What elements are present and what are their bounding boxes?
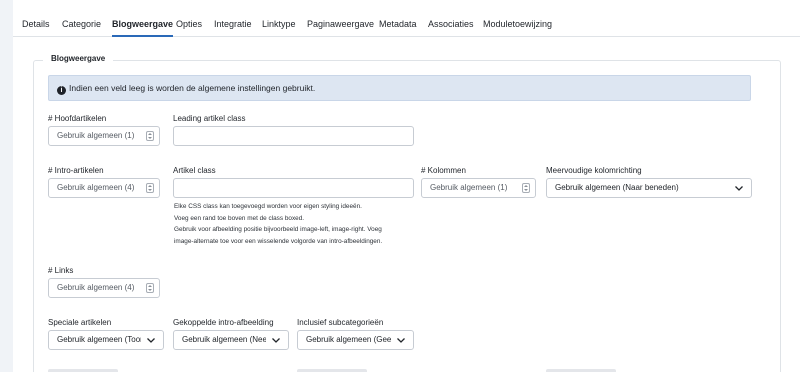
tab-opties[interactable]: Opties [176, 12, 202, 37]
hoofdartikelen-label: # Hoofdartikelen [48, 114, 107, 123]
chevron-down-icon [147, 338, 155, 343]
help-line: image-alternate toe voor een wisselende … [174, 237, 383, 245]
intro-artikelen-placeholder: Gebruik algemeen (4) [57, 183, 135, 192]
chevron-down-icon [397, 338, 405, 343]
artikel-class-help: Elke CSS class kan toegevoegd worden voo… [174, 201, 414, 247]
kolommen-placeholder: Gebruik algemeen (1) [430, 183, 508, 192]
kolomrichting-select[interactable]: Gebruik algemeen (Naar beneden) [546, 178, 752, 198]
subcategorieen-select[interactable]: Gebruik algemeen (Geen) [297, 330, 414, 350]
info-alert: i Indien een veld leeg is worden de algem… [48, 75, 751, 101]
alert-text: Indien een veld leeg is worden de algeme… [69, 83, 316, 93]
spinner-icon[interactable] [146, 131, 154, 141]
tab-bar: Details Categorie Blogweergave Opties In… [13, 12, 800, 37]
leading-class-input[interactable] [173, 126, 414, 146]
editor-panel: Details Categorie Blogweergave Opties In… [13, 0, 800, 372]
chevron-down-icon [735, 186, 743, 191]
speciale-artikelen-select[interactable]: Gebruik algemeen (Toon) [48, 330, 164, 350]
gekoppelde-value: Gebruik algemeen (Nee) [182, 335, 266, 344]
tab-linktype[interactable]: Linktype [262, 12, 296, 37]
hoofdartikelen-placeholder: Gebruik algemeen (1) [57, 131, 135, 140]
tab-paginaweergave[interactable]: Paginaweergave [307, 12, 374, 37]
gekoppelde-select[interactable]: Gebruik algemeen (Nee) [173, 330, 289, 350]
kolomrichting-value: Gebruik algemeen (Naar beneden) [555, 183, 679, 192]
artikel-class-input[interactable] [173, 178, 414, 198]
speciale-artikelen-label: Speciale artikelen [48, 318, 112, 327]
spinner-icon[interactable] [146, 183, 154, 193]
intro-artikelen-label: # Intro-artikelen [48, 166, 104, 175]
gekoppelde-label: Gekoppelde intro-afbeelding [173, 318, 274, 327]
kolommen-label: # Kolommen [421, 166, 466, 175]
hoofdartikelen-input[interactable]: Gebruik algemeen (1) [48, 126, 160, 146]
help-line: Elke CSS class kan toegevoegd worden voo… [174, 203, 362, 210]
cutoff-label [48, 364, 118, 372]
leading-class-label: Leading artikel class [173, 114, 246, 123]
links-input[interactable]: Gebruik algemeen (4) [48, 278, 160, 298]
cutoff-label [297, 364, 367, 372]
cutoff-label [546, 364, 616, 372]
info-circle-icon: i [57, 86, 66, 95]
kolommen-input[interactable]: Gebruik algemeen (1) [421, 178, 536, 198]
speciale-artikelen-value: Gebruik algemeen (Toon) [57, 335, 141, 344]
artikel-class-label: Artikel class [173, 166, 216, 175]
tab-blogweergave[interactable]: Blogweergave [112, 12, 174, 37]
tab-categorie[interactable]: Categorie [62, 12, 101, 37]
tab-integratie[interactable]: Integratie [214, 12, 252, 37]
help-line: Gebruik voor afbeelding positie bijvoorb… [174, 226, 382, 234]
help-line: Voeg een rand toe boven met de class box… [174, 214, 305, 222]
kolomrichting-label: Meervoudige kolomrichting [546, 166, 642, 175]
links-placeholder: Gebruik algemeen (4) [57, 283, 135, 292]
chevron-down-icon [272, 338, 280, 343]
subcategorieen-label: Inclusief subcategorieën [297, 318, 384, 327]
spinner-icon[interactable] [522, 183, 530, 193]
tab-associaties[interactable]: Associaties [428, 12, 474, 37]
tab-moduletoewijzing[interactable]: Moduletoewijzing [483, 12, 552, 37]
links-label: # Links [48, 266, 74, 275]
fieldset-legend: Blogweergave [43, 54, 114, 63]
tab-details[interactable]: Details [22, 12, 50, 37]
intro-artikelen-input[interactable]: Gebruik algemeen (4) [48, 178, 160, 198]
subcategorieen-value: Gebruik algemeen (Geen) [306, 335, 391, 344]
spinner-icon[interactable] [146, 283, 154, 293]
tab-metadata[interactable]: Metadata [379, 12, 417, 37]
